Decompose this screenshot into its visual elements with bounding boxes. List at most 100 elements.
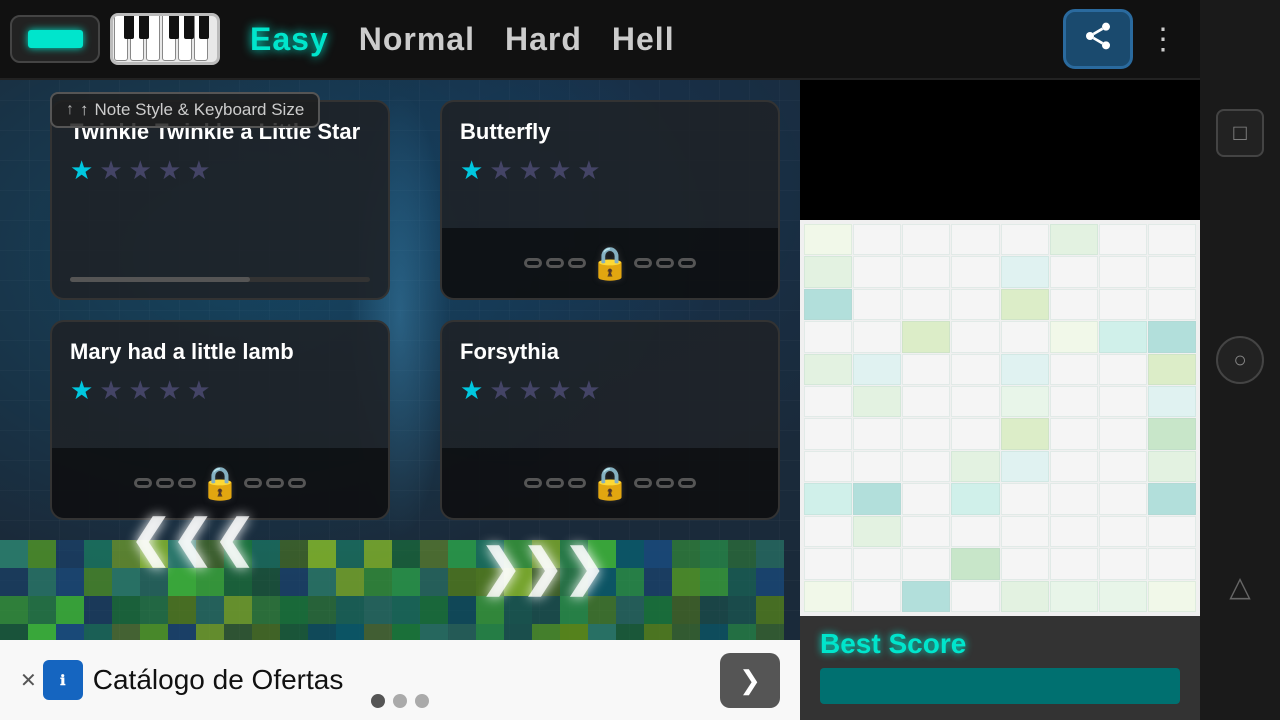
- song-stars-butterfly: ★ ★ ★ ★ ★: [460, 155, 760, 186]
- score-cell: [902, 321, 950, 352]
- score-cell: [853, 548, 901, 579]
- chain-lock-butterfly: 🔒: [442, 244, 778, 282]
- score-cell: [1050, 581, 1098, 612]
- piano-black-key: [124, 13, 134, 39]
- lock-icon-forsythia: 🔒: [590, 464, 630, 502]
- score-cell: [1099, 386, 1147, 417]
- score-cell: [1050, 451, 1098, 482]
- tab-easy[interactable]: Easy: [250, 21, 329, 58]
- right-panel: Best Score: [800, 0, 1200, 720]
- piano-btn[interactable]: [110, 13, 220, 65]
- score-cell: [1050, 321, 1098, 352]
- songs-area: Twinkle Twinkle a Little Star ★ ★ ★ ★ ★ …: [40, 90, 800, 520]
- ad-close-button[interactable]: ✕: [20, 668, 37, 693]
- score-cell: [1001, 321, 1049, 352]
- score-cell: [1001, 516, 1049, 547]
- lock-overlay-mary: 🔒: [52, 448, 388, 518]
- note-style-label: Note Style & Keyboard Size: [95, 100, 305, 120]
- score-cell: [902, 354, 950, 385]
- star-1: ★: [70, 375, 93, 406]
- piano-black-key: [139, 13, 149, 39]
- score-cell: [951, 516, 999, 547]
- circle-button[interactable]: ○: [1216, 336, 1264, 384]
- score-cell: [1148, 386, 1196, 417]
- star-4: ★: [158, 155, 181, 186]
- star-3: ★: [519, 155, 542, 186]
- best-score-bar: [820, 668, 1180, 704]
- score-cell: [853, 289, 901, 320]
- song-card-twinkle[interactable]: Twinkle Twinkle a Little Star ★ ★ ★ ★ ★: [50, 100, 390, 300]
- score-cell: [1099, 581, 1147, 612]
- score-cell: [1148, 483, 1196, 514]
- score-cell: [1001, 256, 1049, 287]
- lock-icon-butterfly: 🔒: [590, 244, 630, 282]
- tab-normal[interactable]: Normal: [359, 21, 475, 58]
- green-btn[interactable]: [10, 15, 100, 63]
- score-cell: [1050, 516, 1098, 547]
- score-cell: [1050, 256, 1098, 287]
- score-cell: [804, 224, 852, 255]
- tab-hard[interactable]: Hard: [505, 21, 582, 58]
- note-style-button[interactable]: ↑ Note Style & Keyboard Size: [50, 92, 320, 128]
- ad-icon[interactable]: ℹ: [43, 660, 83, 700]
- score-cell: [804, 418, 852, 449]
- song-card-mary[interactable]: Mary had a little lamb ★ ★ ★ ★ ★ 🔒: [50, 320, 390, 520]
- lock-icon-mary: 🔒: [200, 464, 240, 502]
- triangle-button[interactable]: △: [1216, 563, 1264, 611]
- score-cell: [951, 451, 999, 482]
- score-cell: [853, 354, 901, 385]
- score-cell: [1099, 321, 1147, 352]
- score-cell: [1001, 483, 1049, 514]
- score-cell: [951, 483, 999, 514]
- star-2: ★: [99, 375, 122, 406]
- score-cell: [902, 516, 950, 547]
- right-nav-panel: □ ○ △: [1200, 0, 1280, 720]
- score-cell: [1001, 386, 1049, 417]
- star-3: ★: [129, 375, 152, 406]
- score-cell: [853, 418, 901, 449]
- ad-next-button[interactable]: ❯: [720, 653, 780, 708]
- ad-dot-2: [393, 694, 407, 708]
- song-stars-twinkle: ★ ★ ★ ★ ★: [70, 155, 370, 186]
- score-cell: [1050, 418, 1098, 449]
- score-cell: [1148, 418, 1196, 449]
- score-cell: [1001, 451, 1049, 482]
- song-card-butterfly[interactable]: Butterfly ★ ★ ★ ★ ★ 🔒: [440, 100, 780, 300]
- score-cell: [1001, 418, 1049, 449]
- score-cell: [804, 256, 852, 287]
- score-cell: [804, 483, 852, 514]
- ad-next-icon: ❯: [739, 665, 761, 696]
- score-cell: [902, 483, 950, 514]
- square-button[interactable]: □: [1216, 109, 1264, 157]
- header-right-controls: ⋮: [1063, 9, 1180, 69]
- ad-x-icon: ℹ: [60, 672, 65, 689]
- share-button[interactable]: [1063, 9, 1133, 69]
- ad-dot-1: [371, 694, 385, 708]
- score-cell: [804, 386, 852, 417]
- more-options-button[interactable]: ⋮: [1148, 22, 1180, 57]
- score-cell: [853, 581, 901, 612]
- ad-dot-3: [415, 694, 429, 708]
- song-title-mary: Mary had a little lamb: [70, 338, 370, 367]
- circle-icon: ○: [1233, 347, 1246, 373]
- score-cell: [1099, 548, 1147, 579]
- star-2: ★: [99, 155, 122, 186]
- score-cell: [1148, 256, 1196, 287]
- score-cell: [804, 321, 852, 352]
- chain-lock-mary: 🔒: [52, 464, 388, 502]
- next-page-button[interactable]: ❯❯❯: [480, 538, 606, 596]
- score-cell: [1001, 548, 1049, 579]
- score-cell: [1099, 483, 1147, 514]
- score-cell: [1148, 354, 1196, 385]
- score-cell: [1148, 321, 1196, 352]
- song-card-forsythia[interactable]: Forsythia ★ ★ ★ ★ ★ 🔒: [440, 320, 780, 520]
- triangle-icon: △: [1229, 570, 1251, 603]
- score-cell: [853, 321, 901, 352]
- score-cell: [951, 548, 999, 579]
- prev-arrow-icon: ❮❮❮: [130, 509, 256, 567]
- star-3: ★: [129, 155, 152, 186]
- score-cell: [951, 386, 999, 417]
- score-cell: [1001, 581, 1049, 612]
- tab-hell[interactable]: Hell: [612, 21, 675, 58]
- score-cell: [902, 451, 950, 482]
